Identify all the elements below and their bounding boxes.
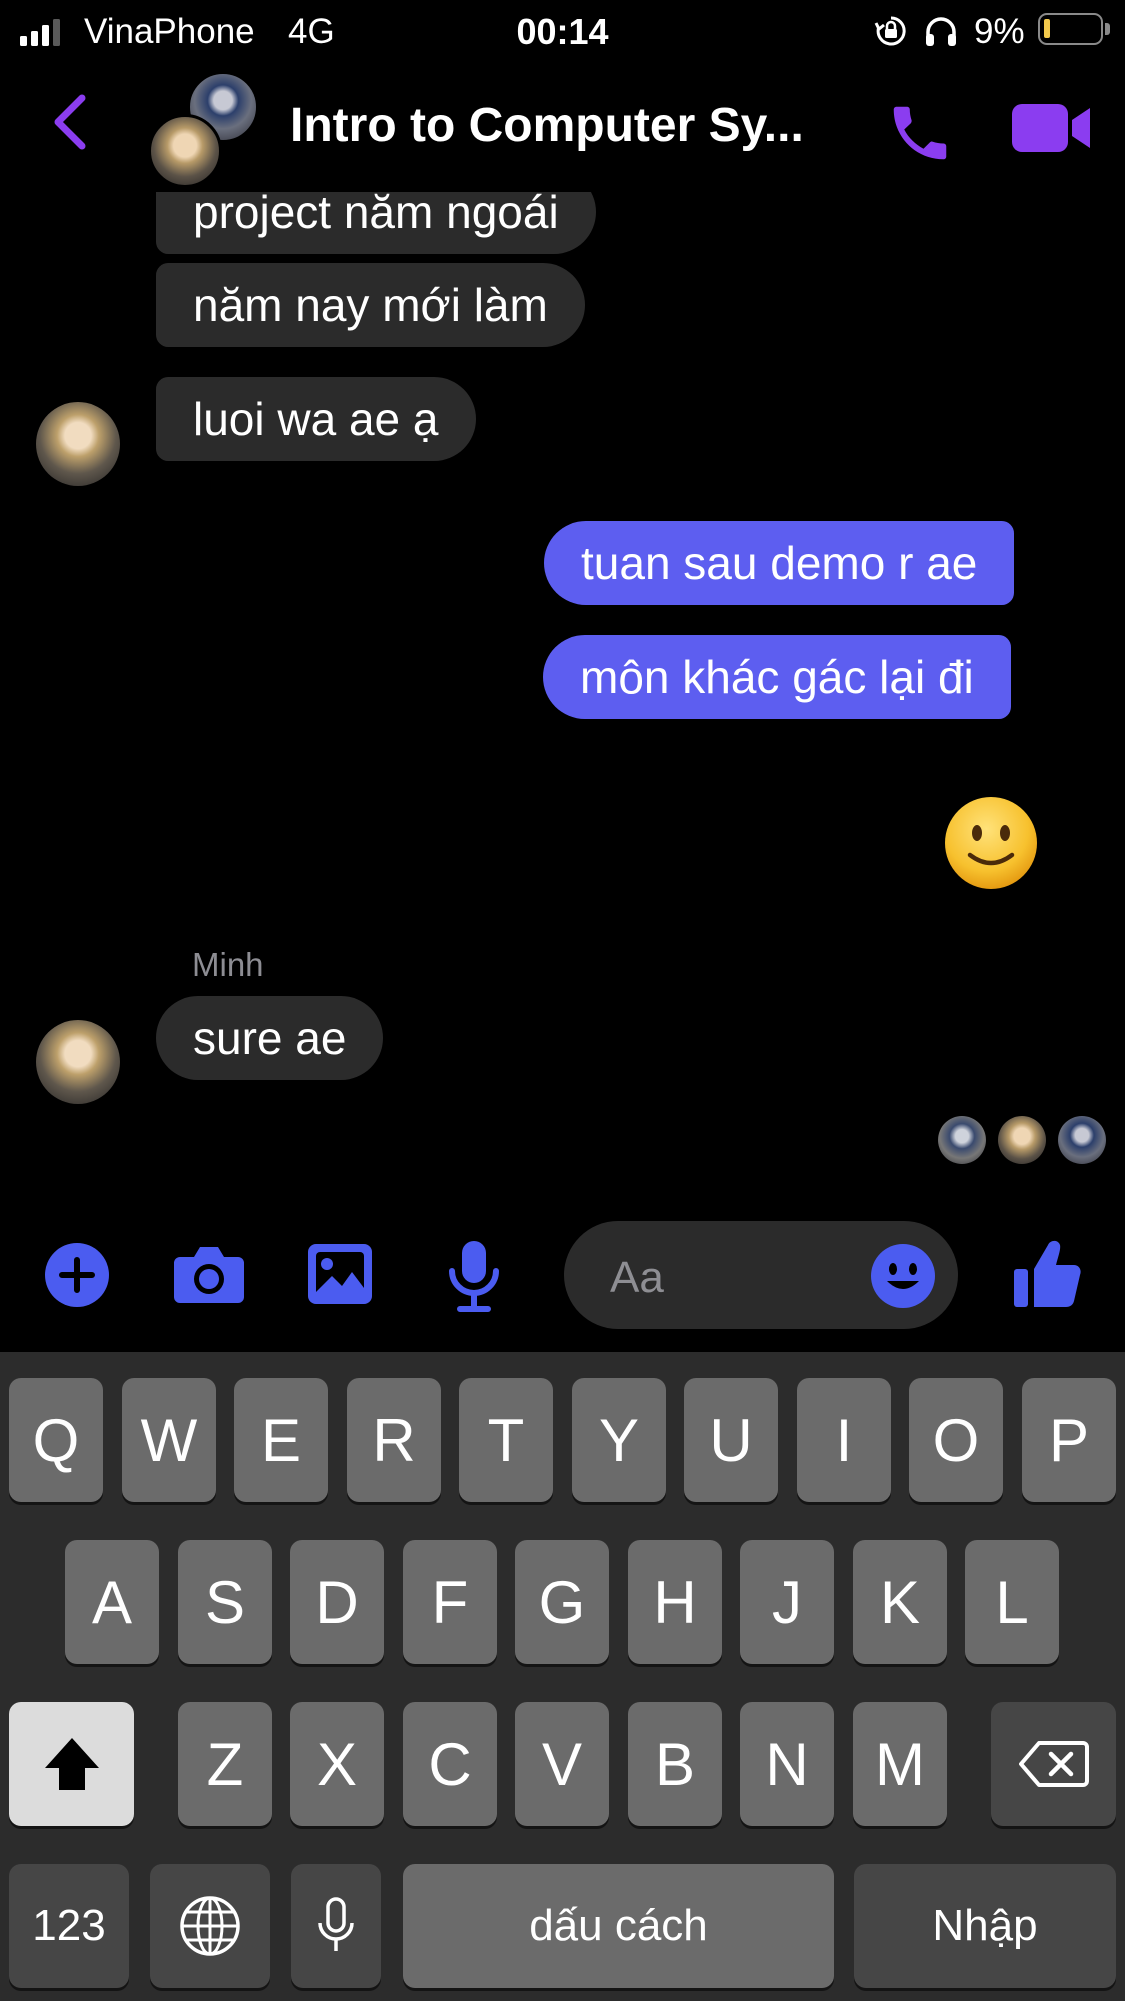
avatar[interactable] (36, 402, 120, 486)
back-chevron-icon[interactable] (50, 92, 90, 152)
rotation-lock-icon (874, 16, 906, 46)
backspace-key[interactable] (991, 1702, 1116, 1826)
key-z[interactable]: Z (178, 1702, 272, 1826)
key-r[interactable]: R (347, 1378, 441, 1502)
image-gallery-icon[interactable] (306, 1242, 374, 1306)
thumbs-up-icon[interactable] (1012, 1237, 1082, 1309)
key-i[interactable]: I (797, 1378, 891, 1502)
key-d[interactable]: D (290, 1540, 384, 1664)
key-b[interactable]: B (628, 1702, 722, 1826)
microphone-icon[interactable] (446, 1239, 502, 1313)
globe-icon (180, 1896, 240, 1956)
keyboard: Q W E R T Y U I O P A S D F G H J K L Z … (0, 1352, 1125, 2001)
key-f[interactable]: F (403, 1540, 497, 1664)
key-j[interactable]: J (740, 1540, 834, 1664)
group-avatar[interactable] (148, 72, 260, 188)
key-g[interactable]: G (515, 1540, 609, 1664)
message-input-placeholder: Aa (610, 1253, 664, 1302)
space-key[interactable]: dấu cách (403, 1864, 834, 1988)
key-h[interactable]: H (628, 1540, 722, 1664)
key-s[interactable]: S (178, 1540, 272, 1664)
sender-name: Minh (192, 946, 264, 983)
message-bubble[interactable]: sure ae (156, 996, 384, 1080)
numbers-key[interactable]: 123 (9, 1864, 129, 1988)
key-w[interactable]: W (122, 1378, 216, 1502)
message-bubble[interactable]: tuan sau demo r ae (544, 521, 1015, 605)
plus-circle-icon[interactable] (44, 1242, 110, 1308)
slightly-smiling-face-icon[interactable] (943, 795, 1039, 891)
battery-icon (1038, 13, 1110, 45)
key-v[interactable]: V (515, 1702, 609, 1826)
camera-icon[interactable] (172, 1243, 246, 1305)
phone-call-icon[interactable] (885, 98, 955, 168)
key-t[interactable]: T (459, 1378, 553, 1502)
read-receipt-avatar (998, 1116, 1046, 1164)
avatar (148, 114, 222, 188)
dictation-key[interactable] (291, 1864, 381, 1988)
key-l[interactable]: L (965, 1540, 1059, 1664)
shift-arrow-icon (44, 1738, 99, 1790)
key-o[interactable]: O (909, 1378, 1003, 1502)
key-x[interactable]: X (290, 1702, 384, 1826)
read-receipt-avatar (938, 1116, 986, 1164)
headphones-icon (926, 17, 956, 46)
key-u[interactable]: U (684, 1378, 778, 1502)
message-bubble[interactable]: môn khác gác lại đi (543, 635, 1011, 719)
video-call-icon[interactable] (1010, 102, 1092, 154)
shift-key[interactable] (9, 1702, 134, 1826)
return-key[interactable]: Nhập (854, 1864, 1116, 1988)
chat-title[interactable]: Intro to Computer Sy... (290, 98, 804, 153)
backspace-icon (1018, 1741, 1089, 1787)
message-input[interactable]: Aa (564, 1221, 958, 1329)
globe-key[interactable] (150, 1864, 270, 1988)
key-m[interactable]: M (853, 1702, 947, 1826)
key-k[interactable]: K (853, 1540, 947, 1664)
message-bubble[interactable]: luoi wa ae ạ (156, 377, 476, 461)
microphone-icon (318, 1897, 354, 1951)
avatar[interactable] (36, 1020, 120, 1104)
battery-percentage: 9% (974, 12, 1025, 51)
status-bar: VinaPhone 4G 00:14 9% (0, 0, 1125, 62)
chat-header: Intro to Computer Sy... (0, 62, 1125, 192)
key-y[interactable]: Y (572, 1378, 666, 1502)
key-c[interactable]: C (403, 1702, 497, 1826)
message-composer: Aa (0, 1215, 1125, 1335)
message-bubble[interactable]: năm nay mới làm (156, 263, 585, 347)
key-n[interactable]: N (740, 1702, 834, 1826)
read-receipt-avatar (1058, 1116, 1106, 1164)
key-e[interactable]: E (234, 1378, 328, 1502)
key-a[interactable]: A (65, 1540, 159, 1664)
key-p[interactable]: P (1022, 1378, 1116, 1502)
emoji-icon[interactable] (870, 1243, 936, 1309)
key-q[interactable]: Q (9, 1378, 103, 1502)
